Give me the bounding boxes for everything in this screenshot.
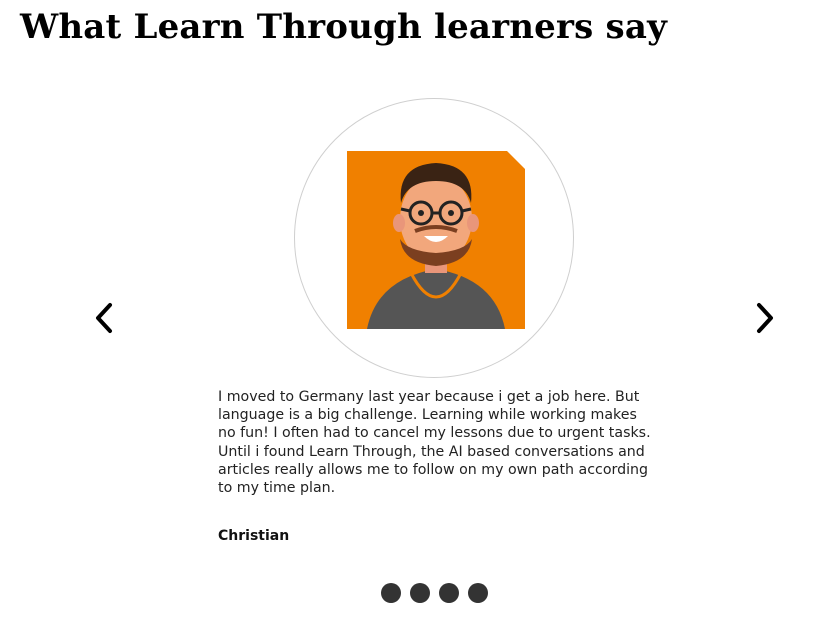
slide-dot-1[interactable] — [381, 583, 401, 603]
next-slide-button[interactable] — [747, 298, 783, 338]
testimonial-quote: I moved to Germany last year because i g… — [218, 389, 651, 497]
avatar-frame — [294, 98, 574, 378]
testimonial-carousel: I moved to Germany last year because i g… — [0, 90, 839, 610]
slide-dot-3[interactable] — [439, 583, 459, 603]
avatar — [347, 151, 525, 329]
slide-dot-2[interactable] — [410, 583, 430, 603]
chevron-left-icon — [96, 303, 112, 333]
chevron-right-icon — [757, 303, 773, 333]
slide-dot-4[interactable] — [468, 583, 488, 603]
section-title: What Learn Through learners say — [20, 7, 668, 47]
slide-indicators — [381, 583, 488, 603]
testimonial-author: Christian — [218, 528, 290, 544]
previous-slide-button[interactable] — [86, 298, 122, 338]
